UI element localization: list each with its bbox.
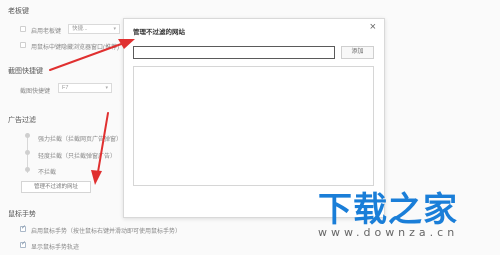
watermark: 下载之家 www.downza.cn bbox=[304, 182, 494, 252]
watermark-title: 下载之家 bbox=[318, 190, 458, 230]
arrow-to-dialog-title bbox=[49, 39, 135, 71]
arrow-to-manage-button bbox=[91, 112, 109, 185]
watermark-url: www.downza.cn bbox=[318, 226, 459, 239]
